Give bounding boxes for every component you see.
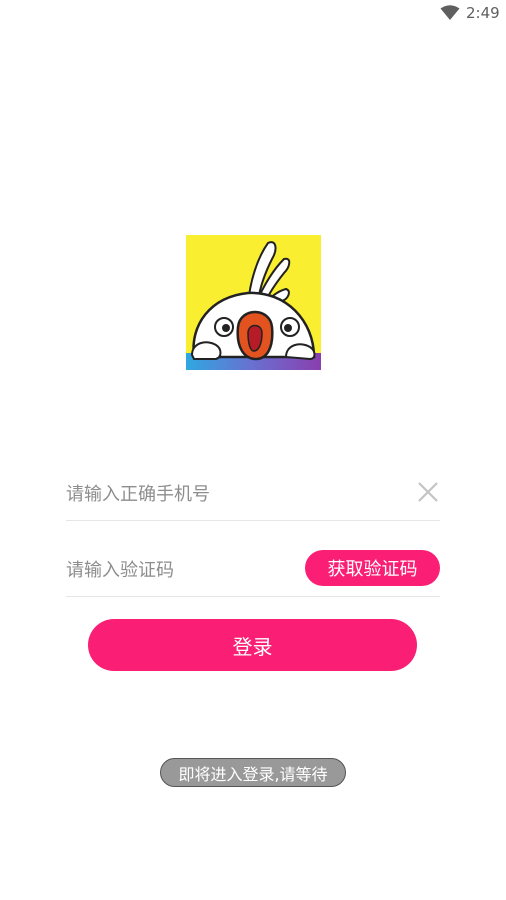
status-bar: 2:49 [0, 0, 506, 28]
wifi-icon [440, 5, 460, 20]
toast-message: 即将进入登录,请等待 [160, 758, 346, 787]
get-code-button[interactable]: 获取验证码 [305, 550, 440, 586]
app-logo [186, 235, 321, 370]
login-button[interactable]: 登录 [88, 619, 417, 671]
app-logo-bird-icon [186, 235, 321, 370]
phone-field [66, 468, 440, 521]
close-icon[interactable] [416, 480, 440, 504]
phone-input[interactable] [66, 468, 366, 520]
status-time: 2:49 [466, 4, 500, 22]
